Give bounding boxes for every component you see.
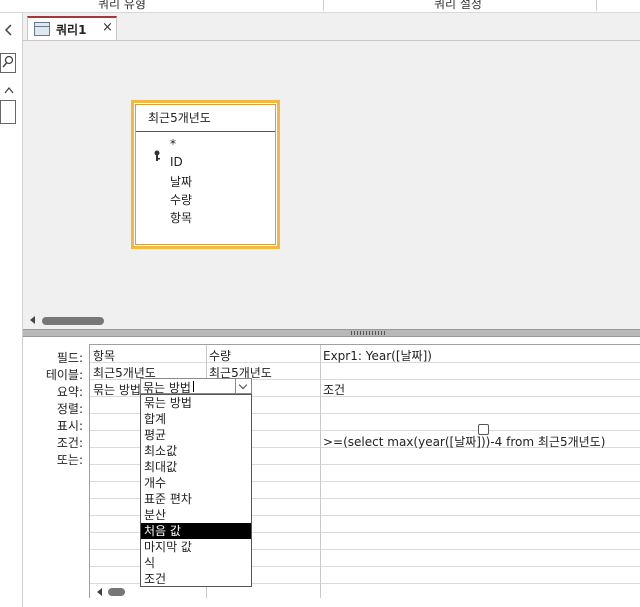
ribbon-group-labels: 쿼리 유형 쿼리 설정 xyxy=(0,0,640,13)
splitter-grip-icon[interactable] xyxy=(351,331,387,335)
table-title: 최근5개년도 xyxy=(148,111,211,125)
query-design-grid: 필드: 테이블: 요약: 정렬: 표시: 조건: 또는: 항목 최근5개년도 묶… xyxy=(23,337,640,607)
option-avg[interactable]: 평균 xyxy=(141,427,251,443)
col3-total[interactable]: 조건 xyxy=(323,381,345,398)
row-label-criteria: 조건: xyxy=(56,436,83,450)
document-tab-strip: 쿼리1 × xyxy=(23,13,640,41)
total-combo-box[interactable]: 묶는 방법 xyxy=(140,378,252,395)
col1-total[interactable]: 묶는 방법 xyxy=(93,381,141,398)
chevron-up-icon[interactable] xyxy=(0,79,18,101)
query-type-group-label: 쿼리 유형 xyxy=(98,0,146,11)
row-label-field: 필드: xyxy=(56,351,83,365)
chevron-down-icon[interactable] xyxy=(235,379,251,393)
field-id[interactable]: ID xyxy=(170,155,183,169)
option-sum[interactable]: 합계 xyxy=(141,411,251,427)
option-first[interactable]: 처음 값 xyxy=(141,523,251,539)
navigation-pane-collapsed xyxy=(0,13,23,607)
pane-splitter[interactable] xyxy=(23,329,640,337)
row-label-show: 표시: xyxy=(56,419,83,433)
row-label-sort: 정렬: xyxy=(56,402,83,416)
scroll-thumb[interactable] xyxy=(108,588,125,596)
option-var[interactable]: 분산 xyxy=(141,507,251,523)
col3-field[interactable]: Expr1: Year([날짜]) xyxy=(323,347,432,364)
design-horizontal-scrollbar[interactable] xyxy=(23,313,640,329)
total-dropdown-list[interactable]: 묶는 방법 합계 평균 최소값 최대값 개수 표준 편차 분산 처음 값 마지막… xyxy=(140,394,252,587)
query-setup-group-label: 쿼리 설정 xyxy=(434,0,482,11)
option-max[interactable]: 최대값 xyxy=(141,459,251,475)
row-label-total: 요약: xyxy=(56,385,83,399)
query-design-pane: 최근5개년도 * ID 날짜 수량 항목 xyxy=(23,41,640,313)
col2-field[interactable]: 수량 xyxy=(209,347,231,364)
scroll-left-icon[interactable] xyxy=(30,316,35,324)
scroll-thumb[interactable] xyxy=(42,317,104,325)
nav-list-box[interactable] xyxy=(0,100,16,124)
tab-title: 쿼리1 xyxy=(56,23,87,37)
option-stdev[interactable]: 표준 편차 xyxy=(141,491,251,507)
grid-column-divider xyxy=(320,345,321,598)
row-label-or: 또는: xyxy=(56,453,83,467)
ribbon-separator xyxy=(596,0,597,11)
option-min[interactable]: 최소값 xyxy=(141,443,251,459)
field-date[interactable]: 날짜 xyxy=(170,173,192,190)
col3-criteria[interactable]: >=(select max(year([날짜]))-4 from 최근5개년도) xyxy=(323,433,605,450)
option-where[interactable]: 조건 xyxy=(141,571,251,587)
field-all[interactable]: * xyxy=(170,137,176,151)
query-icon xyxy=(34,22,50,36)
close-icon[interactable]: × xyxy=(102,20,113,35)
ribbon-separator xyxy=(323,0,324,11)
chevron-left-icon[interactable] xyxy=(0,21,18,43)
table-field-list[interactable]: 최근5개년도 * ID 날짜 수량 항목 xyxy=(131,100,280,249)
col1-field[interactable]: 항목 xyxy=(93,347,115,364)
text-caret xyxy=(193,381,194,392)
search-icon[interactable] xyxy=(0,53,16,73)
option-group-by[interactable]: 묶는 방법 xyxy=(141,395,251,411)
table-title-divider xyxy=(136,131,275,132)
tab-query1[interactable]: 쿼리1 × xyxy=(27,16,117,40)
option-count[interactable]: 개수 xyxy=(141,475,251,491)
option-last[interactable]: 마지막 값 xyxy=(141,539,251,555)
row-label-table: 테이블: xyxy=(45,368,83,382)
scroll-left-icon[interactable] xyxy=(97,588,102,596)
option-expression[interactable]: 식 xyxy=(141,555,251,571)
field-quantity[interactable]: 수량 xyxy=(170,191,192,208)
key-icon xyxy=(153,150,161,165)
field-item[interactable]: 항목 xyxy=(170,209,192,226)
